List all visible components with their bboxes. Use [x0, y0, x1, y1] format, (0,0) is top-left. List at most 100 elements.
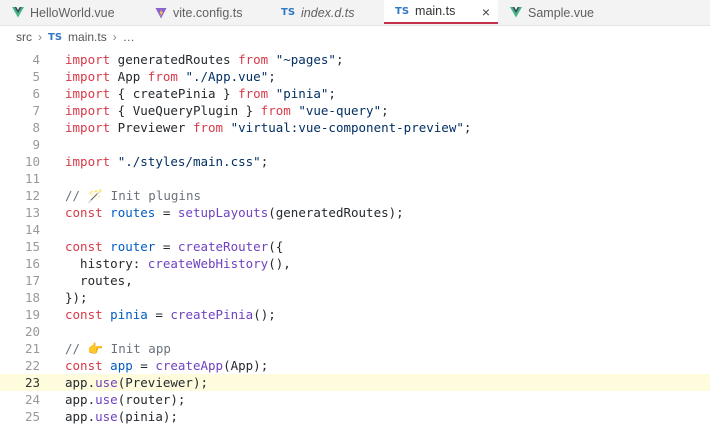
code-token: Init app [103, 341, 171, 356]
code-line[interactable]: 4 import generatedRoutes from "~pages"; [0, 51, 710, 68]
line-number: 21 [24, 341, 40, 356]
code-line[interactable]: 16 history: createWebHistory(), [0, 255, 710, 272]
code-token: use [95, 392, 118, 407]
code-text: app.use(Previewer); [65, 374, 208, 391]
code-line[interactable]: 22 const app = createApp(App); [0, 357, 710, 374]
code-token: "pinia" [275, 86, 329, 101]
chevron-right-icon: › [112, 30, 117, 44]
code-token: createRouter [177, 239, 269, 254]
breadcrumb-more[interactable]: … [123, 30, 135, 44]
code-token: const [65, 239, 103, 254]
code-line[interactable]: 14 [0, 221, 710, 238]
code-text: // 🪄 Init plugins [65, 187, 201, 204]
code-token: import [65, 52, 111, 67]
line-number: 11 [24, 171, 40, 186]
chevron-right-icon: › [38, 30, 42, 44]
line-number: 12 [24, 188, 40, 203]
code-line[interactable]: 17 routes, [0, 272, 710, 289]
line-number: 17 [24, 273, 40, 288]
code-text: import { VueQueryPlugin } from "vue-quer… [65, 102, 389, 119]
code-token: ; [260, 154, 269, 169]
breadcrumb-folder[interactable]: src [16, 30, 32, 44]
tab-label: Sample.vue [528, 5, 595, 20]
tab-index-d-ts[interactable]: TS index.d.ts [281, 0, 355, 25]
code-token: { createPinia } [110, 86, 239, 101]
tab-vite-config[interactable]: vite.config.ts [155, 0, 242, 25]
code-token: (App); [223, 358, 269, 373]
code-token: createWebHistory [147, 256, 269, 271]
code-token: = [132, 358, 156, 373]
line-number: 5 [32, 69, 40, 84]
tab-bar: HelloWorld.vue vite.config.ts TS index.d… [0, 0, 710, 26]
code-text: import "./styles/main.css"; [65, 153, 268, 170]
code-line[interactable]: 18}); [0, 289, 710, 306]
code-token: // [65, 341, 88, 356]
line-number: 7 [32, 103, 40, 118]
line-number: 4 [32, 52, 40, 67]
code-line[interactable]: 24 app.use(router); [0, 391, 710, 408]
close-icon[interactable]: × [482, 4, 490, 20]
code-text: import App from "./App.vue"; [65, 68, 276, 85]
code-token: Previewer [110, 120, 193, 135]
code-line[interactable]: 9 [0, 136, 710, 153]
code-token: from [260, 103, 291, 118]
code-token: history: [65, 256, 148, 271]
code-token: (); [253, 307, 276, 322]
tab-main-ts[interactable]: TS main.ts × [384, 0, 498, 24]
code-token: "vue-query" [298, 103, 382, 118]
code-line[interactable]: 6 import { createPinia } from "pinia"; [0, 85, 710, 102]
code-token: import [65, 154, 111, 169]
code-token: generatedRoutes [110, 52, 239, 67]
vue-icon [510, 7, 522, 18]
code-line[interactable]: 19 const pinia = createPinia(); [0, 306, 710, 323]
code-line[interactable]: 20 [0, 323, 710, 340]
code-line[interactable]: 8 import Previewer from "virtual:vue-comp… [0, 119, 710, 136]
tab-label: main.ts [415, 4, 456, 18]
code-token: import [65, 120, 111, 135]
code-text: const pinia = createPinia(); [65, 306, 276, 323]
code-text: app.use(pinia); [65, 408, 178, 425]
code-line[interactable]: 11 [0, 170, 710, 187]
code-text: const routes = setupLayouts(generatedRou… [65, 204, 404, 221]
code-token: import [65, 103, 111, 118]
code-line[interactable]: 15 const router = createRouter({ [0, 238, 710, 255]
line-number: 23 [24, 375, 40, 390]
line-number: 10 [24, 154, 40, 169]
tab-label: index.d.ts [301, 5, 355, 20]
code-line[interactable]: 21 // 👉 Init app [0, 340, 710, 357]
code-token: { VueQueryPlugin } [110, 103, 261, 118]
code-token: ; [463, 120, 472, 135]
code-text: import generatedRoutes from "~pages"; [65, 51, 343, 68]
current-code-line[interactable]: 23 app.use(Previewer); [0, 374, 710, 391]
code-line[interactable]: 25 app.use(pinia); [0, 408, 710, 425]
tab-sample-vue[interactable]: Sample.vue [510, 0, 594, 25]
code-line[interactable]: 5 import App from "./App.vue"; [0, 68, 710, 85]
code-token: const [65, 205, 103, 220]
line-number: 13 [24, 205, 40, 220]
code-text: routes, [65, 272, 133, 289]
code-line[interactable]: 12 // 🪄 Init plugins [0, 187, 710, 204]
typescript-icon: TS [48, 31, 63, 43]
line-number: 18 [24, 290, 40, 305]
code-token: App [110, 69, 148, 84]
code-token: setupLayouts [177, 205, 269, 220]
code-token: (Previewer); [117, 375, 208, 390]
code-token: (router); [117, 392, 186, 407]
line-number: 19 [24, 307, 40, 322]
code-line[interactable]: 7 import { VueQueryPlugin } from "vue-que… [0, 102, 710, 119]
code-token: app. [65, 375, 96, 390]
tab-helloworld-vue[interactable]: HelloWorld.vue [12, 0, 115, 25]
code-token: "virtual:vue-component-preview" [230, 120, 464, 135]
code-text: import Previewer from "virtual:vue-compo… [65, 119, 471, 136]
code-token: from [147, 69, 178, 84]
code-line[interactable]: 13 const routes = setupLayouts(generatedR… [0, 204, 710, 221]
code-token: import [65, 86, 111, 101]
code-token: const [65, 358, 103, 373]
code-line[interactable]: 10 import "./styles/main.css"; [0, 153, 710, 170]
code-token: app. [65, 409, 96, 424]
breadcrumb-file[interactable]: TS main.ts [48, 30, 107, 44]
code-token: ; [381, 103, 389, 118]
code-token: from [238, 86, 269, 101]
code-editor[interactable]: 4 import generatedRoutes from "~pages"; 5 i… [0, 48, 710, 428]
